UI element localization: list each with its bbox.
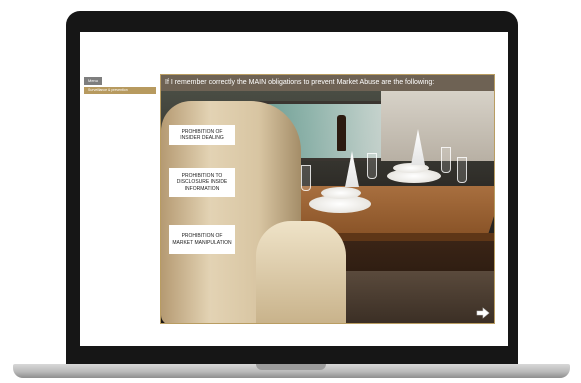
obligation-insider-dealing: PROHIBITION OF INSIDER DEALING [169, 125, 235, 145]
menu-button[interactable]: Menu [84, 77, 102, 85]
slide-title: If I remember correctly the MAIN obligat… [161, 75, 494, 91]
arrow-right-icon [476, 307, 490, 319]
obligation-market-manipulation: PROHIBITION OF MARKET MANIPULATION [169, 225, 235, 254]
next-button[interactable] [476, 307, 490, 319]
slide-panel: If I remember correctly the MAIN obligat… [160, 74, 495, 324]
sidebar [82, 74, 156, 324]
obligation-disclosure-inside-information: PROHIBITION TO DISCLOSURE INSIDE INFORMA… [169, 168, 235, 197]
sidebar-item-surveillance[interactable]: Surveillance & prevention [84, 87, 156, 94]
laptop-base-notch [256, 364, 326, 370]
